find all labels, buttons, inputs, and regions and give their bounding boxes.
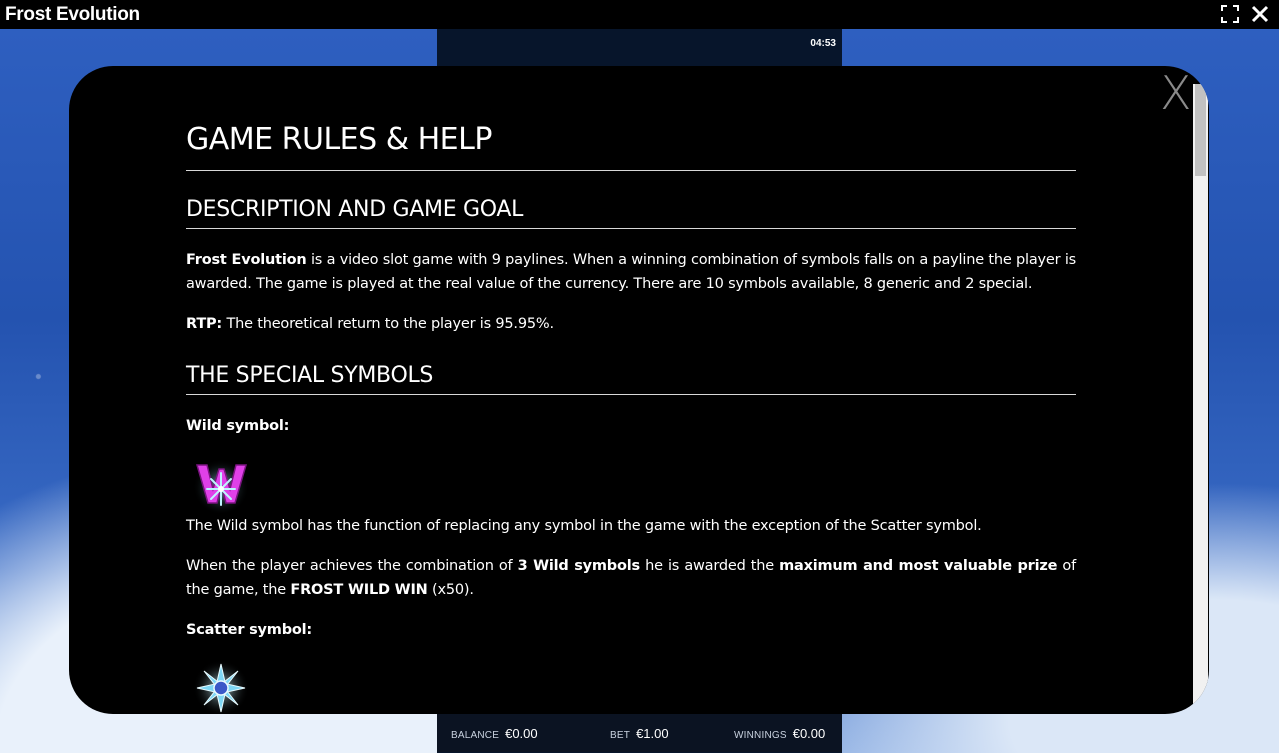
winnings-display: WINNINGS €0.00 (734, 726, 825, 741)
bet-display: BET €1.00 (610, 726, 669, 741)
rtp-paragraph: RTP: The theoretical return to the playe… (186, 312, 1076, 336)
wild-text-d: maximum and most valuable prize (779, 558, 1058, 574)
bottom-status-bar: BALANCE €0.00 BET €1.00 WINNINGS €0.00 (437, 714, 842, 752)
rtp-text: The theoretical return to the player is … (222, 316, 554, 332)
scrollbar-thumb[interactable] (1195, 84, 1206, 176)
section-heading-special-symbols: THE SPECIAL SYMBOLS (186, 363, 1076, 395)
page-title: GAME RULES & HELP (186, 122, 1076, 171)
game-name-bold: Frost Evolution (186, 252, 307, 268)
scrollbar[interactable] (1193, 84, 1208, 714)
balance-label: BALANCE (451, 730, 500, 741)
winnings-value: €0.00 (792, 726, 826, 741)
scatter-symbol-icon (191, 658, 251, 714)
wild-text-a: When the player achieves the combination… (186, 558, 518, 574)
description-text: is a video slot game with 9 paylines. Wh… (186, 252, 1076, 292)
bet-value: €1.00 (636, 726, 669, 741)
description-paragraph: Frost Evolution is a video slot game wit… (186, 248, 1076, 296)
session-timer: 04:53 (810, 38, 836, 49)
wild-text-g: (x50). (427, 582, 474, 598)
section-heading-description: DESCRIPTION AND GAME GOAL (186, 197, 1076, 229)
rtp-label: RTP: (186, 316, 223, 332)
fullscreen-icon[interactable] (1221, 4, 1239, 24)
wild-text-c: he is awarded the (639, 558, 780, 574)
title-bar: Frost Evolution (0, 0, 1279, 29)
wild-symbol-icon (191, 455, 251, 515)
app-title: Frost Evolution (5, 3, 140, 25)
rules-modal: X GAME RULES & HELP DESCRIPTION AND GAME… (69, 66, 1209, 714)
wild-combination-paragraph: When the player achieves the combination… (186, 554, 1076, 602)
wild-text-f: FROST WILD WIN (290, 582, 428, 598)
modal-close-button[interactable]: X (1160, 70, 1192, 116)
close-icon[interactable] (1251, 4, 1269, 24)
wild-description: The Wild symbol has the function of repl… (186, 518, 982, 534)
balance-value: €0.00 (505, 726, 538, 741)
winnings-label: WINNINGS (734, 730, 787, 741)
wild-text-b: 3 Wild symbols (517, 558, 641, 574)
wild-symbol-title: Wild symbol: (186, 418, 290, 434)
balance-display: BALANCE €0.00 (451, 726, 538, 741)
scatter-symbol-title: Scatter symbol: (186, 622, 313, 638)
bet-label: BET (610, 730, 631, 741)
